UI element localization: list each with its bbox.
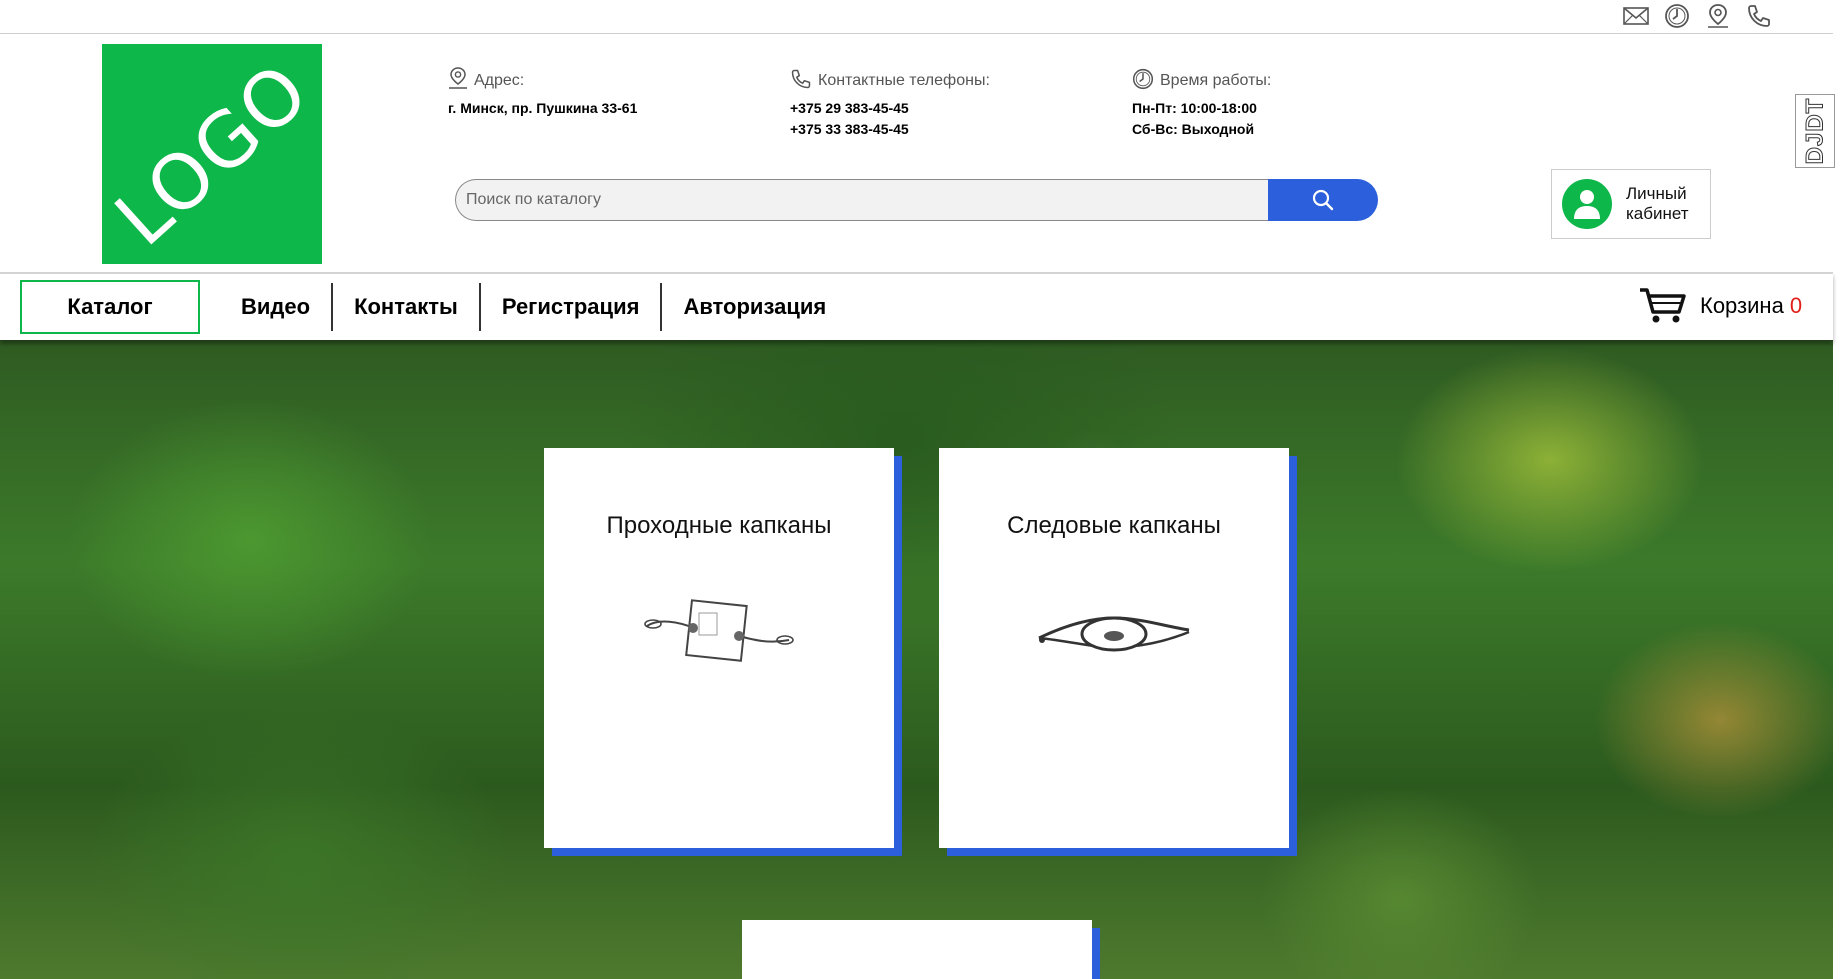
clock-icon[interactable]: [1662, 2, 1692, 30]
catalog-search: [455, 179, 1378, 221]
nav-link-contacts[interactable]: Контакты: [333, 283, 481, 331]
site-header: LOGO Адрес: г. Минск, пр. Пушкина 33-61 …: [0, 34, 1835, 272]
location-pin-icon: [449, 67, 467, 89]
logo-text: LOGO: [102, 45, 322, 263]
phone-icon: [791, 69, 811, 89]
category-card[interactable]: Проходные капканы: [544, 448, 894, 848]
phone-number[interactable]: +375 29 383-45-45: [790, 98, 990, 119]
main-nav: Каталог Видео Контакты Регистрация Автор…: [0, 272, 1833, 340]
clock-icon: [1132, 68, 1154, 90]
debug-toolbar-label: DJDT: [1801, 97, 1829, 165]
foothold-trap-image: [1038, 616, 1190, 652]
hours-label: Время работы:: [1160, 72, 1272, 89]
category-title: Проходные капканы: [606, 512, 832, 539]
phone-icon[interactable]: [1744, 2, 1774, 30]
location-pin-icon[interactable]: [1703, 2, 1733, 30]
hours-weekend: Сб-Вс: Выходной: [1132, 121, 1255, 137]
hours-block: Время работы: Пн-Пт: 10:00-18:00 Сб-Вс: …: [1132, 64, 1271, 140]
cart-button[interactable]: Корзина 0: [1638, 284, 1802, 328]
top-icon-bar: [0, 0, 1833, 34]
phones-block: Контактные телефоны: +375 29 383-45-45 +…: [790, 64, 990, 140]
search-input[interactable]: [455, 179, 1268, 221]
body-grip-trap-image: [644, 599, 794, 662]
catalog-button[interactable]: Каталог: [20, 280, 200, 334]
category-card[interactable]: [742, 920, 1092, 979]
nav-link-video[interactable]: Видео: [220, 283, 334, 331]
address-value: г. Минск, пр. Пушкина 33-61: [448, 100, 638, 116]
cart-label: Корзина: [1700, 293, 1784, 318]
personal-account-button[interactable]: Личный кабинет: [1551, 169, 1711, 239]
nav-links: Видео Контакты Регистрация Авторизация: [220, 282, 847, 332]
category-title: Следовые капканы: [1007, 512, 1221, 539]
search-icon: [1312, 189, 1334, 211]
hero-forest-background: Проходные капканы Следовые капканы: [0, 340, 1833, 979]
nav-link-login[interactable]: Авторизация: [662, 283, 847, 331]
cart-count: 0: [1789, 293, 1803, 318]
category-card[interactable]: Следовые капканы: [939, 448, 1289, 848]
account-label-line2: кабинет: [1626, 204, 1689, 223]
address-block: Адрес: г. Минск, пр. Пушкина 33-61: [448, 64, 637, 119]
nav-link-registration[interactable]: Регистрация: [481, 283, 663, 331]
mail-icon[interactable]: [1621, 2, 1651, 30]
user-avatar-icon: [1562, 179, 1612, 229]
debug-toolbar-handle[interactable]: DJDT: [1795, 94, 1835, 168]
search-button[interactable]: [1268, 179, 1378, 221]
cart-icon: [1640, 288, 1686, 323]
phone-number[interactable]: +375 33 383-45-45: [790, 119, 990, 140]
hours-weekdays: Пн-Пт: 10:00-18:00: [1132, 100, 1257, 116]
phones-label: Контактные телефоны:: [818, 72, 990, 89]
site-logo[interactable]: LOGO: [102, 44, 322, 264]
account-label-line1: Личный: [1626, 184, 1687, 203]
address-label: Адрес:: [474, 72, 525, 89]
